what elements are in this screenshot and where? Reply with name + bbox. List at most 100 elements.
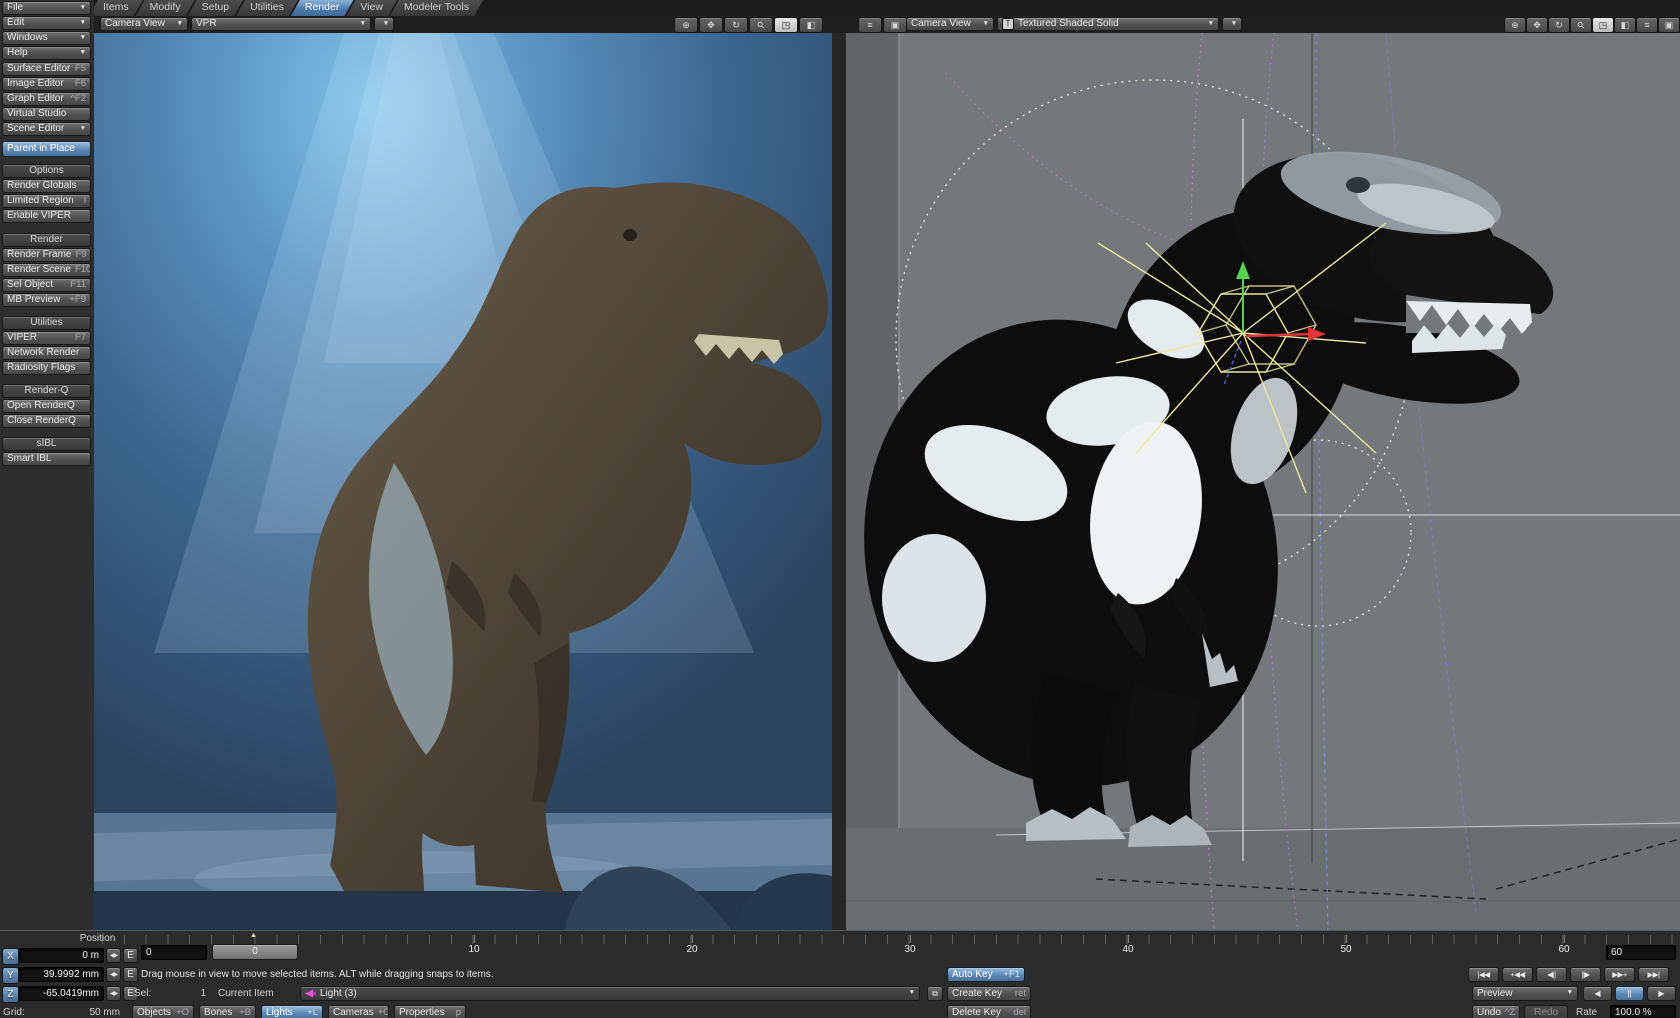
open-renderq-button[interactable]: Open RenderQ	[2, 399, 91, 413]
z-nudge-button[interactable]: ◀▶	[106, 986, 121, 1001]
chevron-down-icon: ▼	[909, 990, 915, 997]
radiosity-flags-button[interactable]: Radiosity Flags	[2, 361, 91, 375]
zoom-icon[interactable]: ⚲	[749, 17, 773, 33]
mb-preview-button[interactable]: MB Preview+F9	[2, 293, 91, 307]
limited-region-button[interactable]: Limited Regionl	[2, 194, 91, 208]
image-editor-button[interactable]: Image EditorF6	[2, 77, 91, 91]
x-envelope-button[interactable]: E	[123, 948, 138, 963]
go-to-end-button[interactable]: ▶▶|	[1638, 967, 1669, 982]
rate-field[interactable]: 100.0 %	[1610, 1005, 1676, 1018]
section-header-render-q: Render-Q	[2, 384, 91, 398]
render-scene-button[interactable]: Render SceneF10	[2, 263, 91, 277]
pan-icon[interactable]: ✥	[1526, 17, 1548, 33]
timeline-tick-label: 40	[1122, 944, 1133, 955]
pause-button[interactable]: ||	[1615, 986, 1644, 1001]
shaded-scene-preview	[846, 33, 1680, 930]
chevron-down-icon: ▼	[1208, 21, 1214, 28]
tab-view[interactable]: View	[346, 0, 397, 16]
render-toggle-icon[interactable]: ◧	[799, 17, 823, 33]
next-key-button[interactable]: ▶▶+	[1604, 967, 1635, 982]
graph-editor-button[interactable]: Graph Editor^F2	[2, 92, 91, 106]
undo-button[interactable]: Undo^Z	[1472, 1005, 1520, 1018]
right-render-mode-dropdown[interactable]: T Textured Shaded Solid ▼	[997, 17, 1219, 31]
viper-button[interactable]: VIPERF7	[2, 331, 91, 345]
enable-viper-button[interactable]: Enable VIPER	[2, 209, 91, 223]
scene-editor-button[interactable]: Scene Editor▼	[2, 122, 91, 136]
close-renderq-button[interactable]: Close RenderQ	[2, 414, 91, 428]
rate-label: Rate	[1576, 1007, 1597, 1018]
create-key-button[interactable]: Create Keyret	[947, 986, 1031, 1001]
tab-modeler-tools[interactable]: Modeler Tools	[390, 0, 483, 16]
properties-button[interactable]: Propertiesp	[394, 1005, 466, 1018]
item-properties-button[interactable]: ⧉	[927, 986, 943, 1001]
left-render-mode-dropdown[interactable]: VPR ▼	[191, 17, 371, 31]
rotate-icon[interactable]: ↻	[1548, 17, 1570, 33]
current-frame-field[interactable]: 0	[141, 945, 207, 960]
current-item-dropdown[interactable]: Light (3) ▼	[300, 986, 920, 1001]
y-position-field[interactable]: 39.9992 mm	[19, 967, 104, 982]
lights-mode-button[interactable]: Lights+L	[261, 1005, 323, 1018]
x-axis-badge[interactable]: X	[2, 948, 19, 965]
chevron-down-icon: ▼	[177, 21, 183, 28]
next-frame-button[interactable]: ||▶	[1570, 967, 1601, 982]
save-view-icon[interactable]: ▣	[883, 17, 907, 33]
menu-file[interactable]: File▼	[2, 1, 91, 15]
right-view-type-dropdown[interactable]: Camera View ▼	[906, 17, 994, 31]
y-envelope-button[interactable]: E	[123, 967, 138, 982]
menu-icon[interactable]: ≡	[858, 17, 882, 33]
vpr-render-viewport[interactable]	[94, 33, 832, 930]
end-frame-field[interactable]: 60	[1606, 945, 1676, 960]
pan-icon[interactable]: ✥	[699, 17, 723, 33]
right-viewport-options-dropdown[interactable]: ▼	[1222, 17, 1242, 31]
y-nudge-button[interactable]: ◀▶	[106, 967, 121, 982]
save-view-icon[interactable]: ▣	[1658, 17, 1680, 33]
virtual-studio-button[interactable]: Virtual Studio	[2, 107, 91, 121]
surface-editor-button[interactable]: Surface EditorF5	[2, 62, 91, 76]
previous-key-button[interactable]: +◀◀	[1502, 967, 1533, 982]
left-viewport-options-dropdown[interactable]: ▼	[374, 17, 394, 31]
tab-items[interactable]: Items	[89, 0, 143, 16]
frame-slider-handle[interactable]: 0	[212, 944, 298, 960]
timeline-ruler[interactable]	[96, 935, 1680, 944]
play-forward-button[interactable]: ▶	[1647, 986, 1676, 1001]
bones-mode-button[interactable]: Bones+B	[199, 1005, 256, 1018]
smart-ibl-button[interactable]: Smart IBL	[2, 452, 91, 466]
tab-setup[interactable]: Setup	[188, 0, 243, 16]
preview-dropdown[interactable]: Preview▼	[1472, 986, 1578, 1001]
tab-modify[interactable]: Modify	[136, 0, 195, 16]
play-reverse-button[interactable]: ◀	[1583, 986, 1612, 1001]
network-render-button[interactable]: Network Render	[2, 346, 91, 360]
tab-render[interactable]: Render	[291, 0, 353, 16]
center-item-icon[interactable]: ⊕	[674, 17, 698, 33]
sel-object-button[interactable]: Sel ObjectF11	[2, 278, 91, 292]
x-position-field[interactable]: 0 m	[19, 948, 104, 963]
menu-icon[interactable]: ≡	[1636, 17, 1658, 33]
maximize-icon[interactable]: ◳	[774, 17, 798, 33]
z-axis-badge[interactable]: Z	[2, 986, 19, 1003]
auto-key-button[interactable]: Auto Key+F1	[947, 967, 1025, 982]
rotate-icon[interactable]: ↻	[724, 17, 748, 33]
shaded-scene-viewport[interactable]	[846, 33, 1680, 930]
go-to-start-button[interactable]: |◀◀	[1468, 967, 1499, 982]
previous-frame-button[interactable]: ◀||	[1536, 967, 1567, 982]
grid-size-label: Grid:	[3, 1007, 25, 1018]
render-globals-button[interactable]: Render Globals	[2, 179, 91, 193]
delete-key-button[interactable]: Delete Keydel	[947, 1005, 1031, 1018]
x-nudge-button[interactable]: ◀▶	[106, 948, 121, 963]
left-view-type-dropdown[interactable]: Camera View ▼	[100, 17, 188, 31]
menu-windows[interactable]: Windows▼	[2, 31, 91, 45]
maximize-icon[interactable]: ◳	[1592, 17, 1614, 33]
z-position-field[interactable]: -65.0419mm	[19, 986, 104, 1001]
objects-mode-button[interactable]: Objects+O	[132, 1005, 194, 1018]
render-frame-button[interactable]: Render FrameF9	[2, 248, 91, 262]
parent-in-place-button[interactable]: Parent in Place	[2, 141, 91, 157]
zoom-icon[interactable]: ⚲	[1570, 17, 1592, 33]
cameras-mode-button[interactable]: Cameras+C	[328, 1005, 389, 1018]
render-toggle-icon[interactable]: ◧	[1614, 17, 1636, 33]
menu-edit[interactable]: Edit▼	[2, 16, 91, 30]
tab-utilities[interactable]: Utilities	[236, 0, 298, 16]
center-item-icon[interactable]: ⊕	[1504, 17, 1526, 33]
y-axis-badge[interactable]: Y	[2, 967, 19, 984]
menu-help[interactable]: Help▼	[2, 46, 91, 60]
redo-button[interactable]: Redo	[1524, 1005, 1568, 1018]
